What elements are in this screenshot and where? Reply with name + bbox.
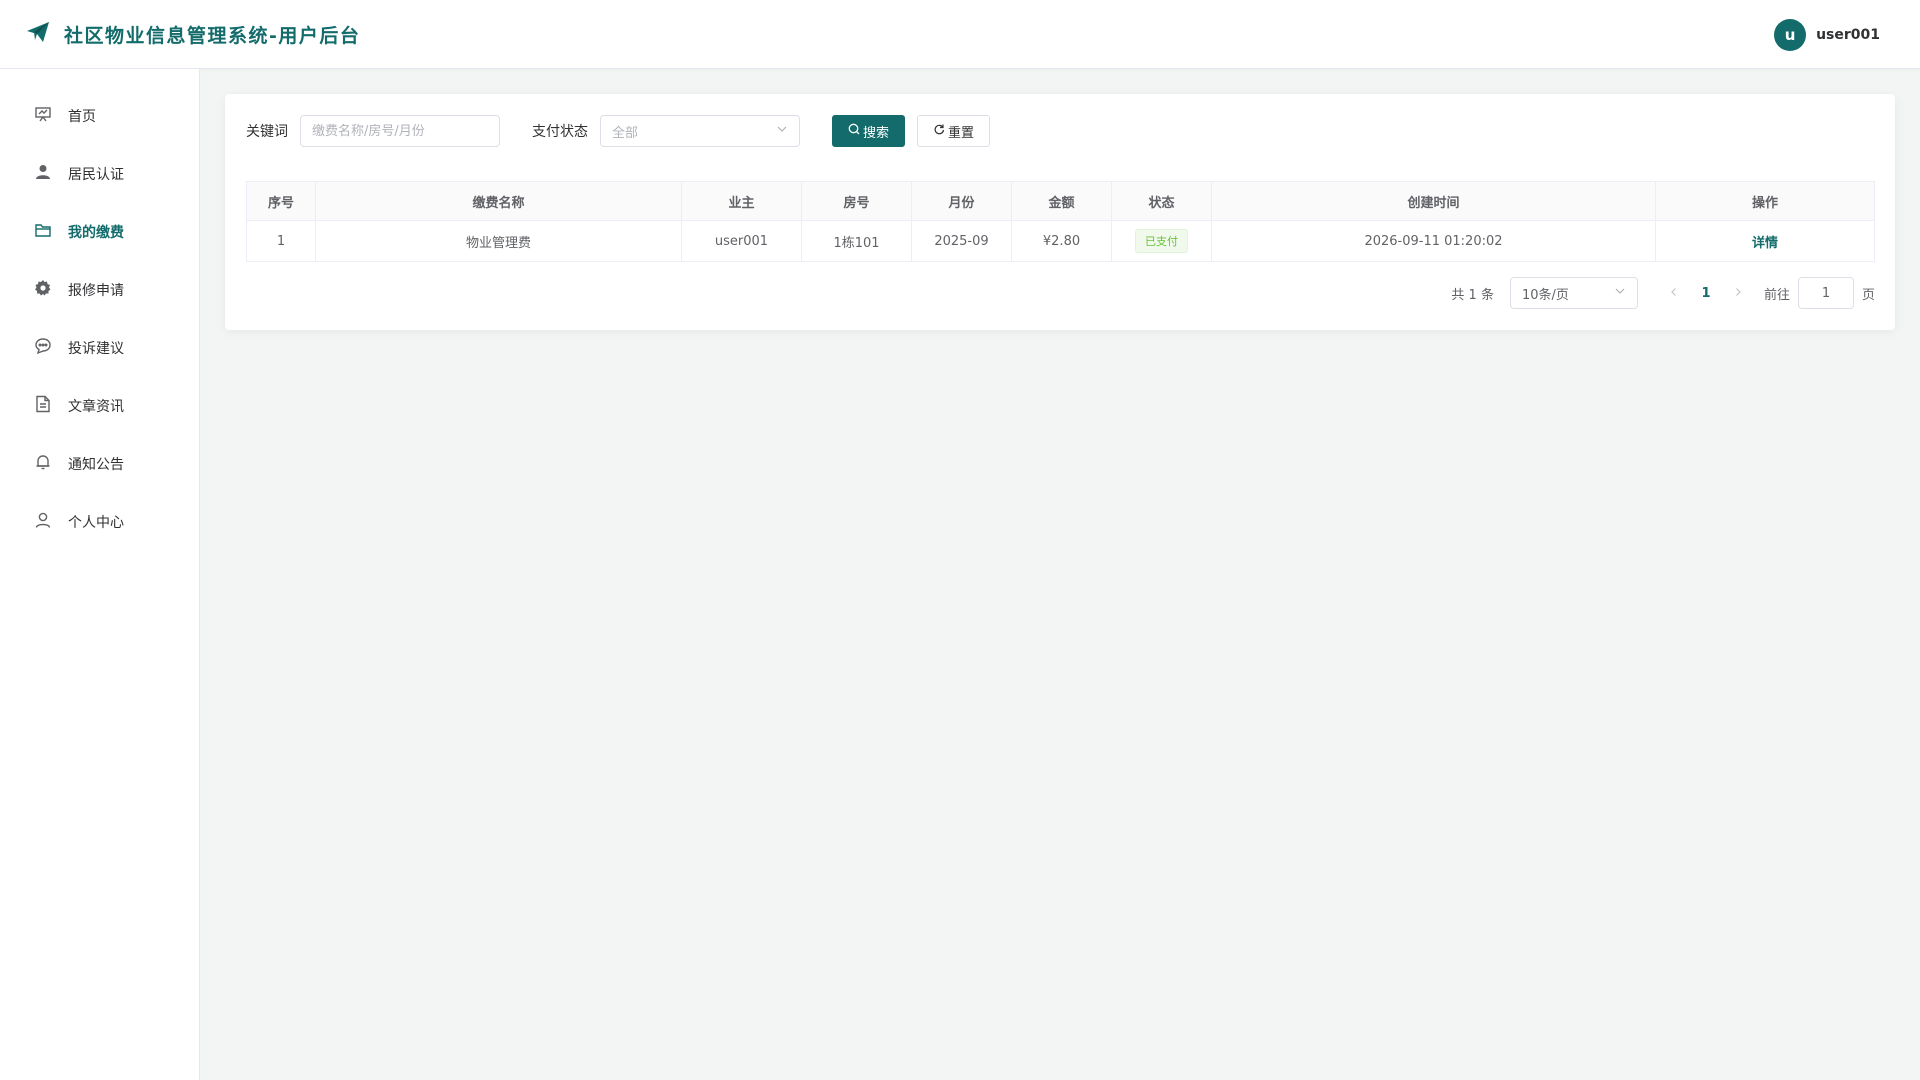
brand: 社区物业信息管理系统-用户后台 [26,20,360,48]
top-header: 社区物业信息管理系统-用户后台 u user001 [0,0,1920,69]
app-title: 社区物业信息管理系统-用户后台 [64,24,361,47]
bell-icon [34,453,52,475]
search-button[interactable]: 搜索 [832,115,906,147]
status-badge: 已支付 [1135,229,1188,253]
keyword-label: 关键词 [246,124,288,140]
folder-icon [34,221,52,243]
sidebar: 首页 居民认证 我的缴费 报修申请 投诉建议 文章资讯 通知公告 个人中心 [0,69,200,1080]
cell-created: 2026-09-11 01:20:02 [1211,220,1656,262]
gear-icon [34,279,52,301]
status-label: 支付状态 [532,124,588,140]
prev-page-button[interactable] [1658,286,1690,301]
column-header[interactable]: 序号 [246,181,316,221]
column-header[interactable]: 金额 [1011,181,1112,221]
sidebar-item-articles[interactable]: 文章资讯 [0,377,199,435]
chevron-right-icon [1736,287,1741,296]
page-size-select[interactable]: 10条/页 [1509,277,1638,309]
cell-name: 物业管理费 [315,220,682,262]
goto-label: 前往 [1763,287,1790,303]
cell-room: 1栋101 [801,220,912,262]
page-suffix: 页 [1861,287,1875,303]
sidebar-item-label: 个人中心 [68,515,124,531]
reset-button-label: 重置 [948,125,975,141]
status-select[interactable]: 全部 [600,115,800,147]
cell-month: 2025-09 [911,220,1012,262]
sidebar-menu: 首页 居民认证 我的缴费 报修申请 投诉建议 文章资讯 通知公告 个人中心 [0,87,199,551]
refresh-icon [933,123,945,139]
sidebar-item-label: 文章资讯 [68,399,124,415]
keyword-input[interactable] [300,115,500,147]
page-size-value: 10条/页 [1521,287,1569,303]
cell-amount: ¥2.80 [1011,220,1112,262]
column-header[interactable]: 业主 [681,181,802,221]
sidebar-item-label: 通知公告 [68,457,124,473]
sidebar-item-profile[interactable]: 个人中心 [0,493,199,551]
document-icon [34,395,52,417]
column-header[interactable]: 创建时间 [1211,181,1656,221]
home-icon [34,105,52,127]
search-button-label: 搜索 [863,125,890,141]
cell-status: 已支付 [1111,220,1212,262]
user-filled-icon [34,163,52,185]
status-select-value: 全部 [612,125,639,141]
payments-table: 序号 缴费名称 业主 房号 月份 金额 状态 创建时间 操作 1 物业管理费 u… [246,181,1875,262]
cell-owner: user001 [681,220,802,262]
cell-action: 详情 [1655,220,1875,262]
search-icon [848,123,860,139]
username[interactable]: user001 [1816,27,1880,43]
chevron-down-icon [1614,285,1626,301]
cell-index: 1 [246,220,316,262]
next-page-button[interactable] [1722,286,1754,301]
column-header[interactable]: 操作 [1655,181,1875,221]
pagination: 共 1 条 10条/页 1 前往 页 [1451,277,1875,309]
table-header-row: 序号 缴费名称 业主 房号 月份 金额 状态 创建时间 操作 [246,181,1875,221]
sidebar-item-label: 投诉建议 [68,341,124,357]
chat-icon [34,337,52,359]
filter-bar: 关键词 支付状态 全部 搜索 重置 [246,115,991,147]
sidebar-item-label: 居民认证 [68,167,124,183]
user-menu[interactable]: u user001 [1774,19,1880,51]
page-number[interactable]: 1 [1690,286,1722,301]
detail-link[interactable]: 详情 [1752,236,1778,251]
sidebar-item-label: 我的缴费 [68,225,124,241]
column-header[interactable]: 月份 [911,181,1012,221]
chevron-down-icon [776,123,788,139]
paper-plane-icon [26,20,50,48]
column-header[interactable]: 状态 [1111,181,1212,221]
sidebar-item-resident-auth[interactable]: 居民认证 [0,145,199,203]
payments-card: 关键词 支付状态 全部 搜索 重置 序号 缴费名称 业主 房号 月份 金额 [225,94,1895,330]
sidebar-item-complaints[interactable]: 投诉建议 [0,319,199,377]
sidebar-item-label: 报修申请 [68,283,124,299]
table-row[interactable]: 1 物业管理费 user001 1栋101 2025-09 ¥2.80 已支付 … [246,220,1875,262]
column-header[interactable]: 房号 [801,181,912,221]
sidebar-item-repair[interactable]: 报修申请 [0,261,199,319]
goto-page-input[interactable] [1797,277,1854,309]
sidebar-item-notices[interactable]: 通知公告 [0,435,199,493]
column-header[interactable]: 缴费名称 [315,181,682,221]
user-icon [34,511,52,533]
sidebar-item-home[interactable]: 首页 [0,87,199,145]
sidebar-item-my-payments[interactable]: 我的缴费 [0,203,199,261]
reset-button[interactable]: 重置 [917,115,991,147]
chevron-left-icon [1671,287,1676,296]
sidebar-item-label: 首页 [68,109,96,125]
total-count: 共 1 条 [1451,287,1494,303]
avatar[interactable]: u [1774,19,1807,51]
